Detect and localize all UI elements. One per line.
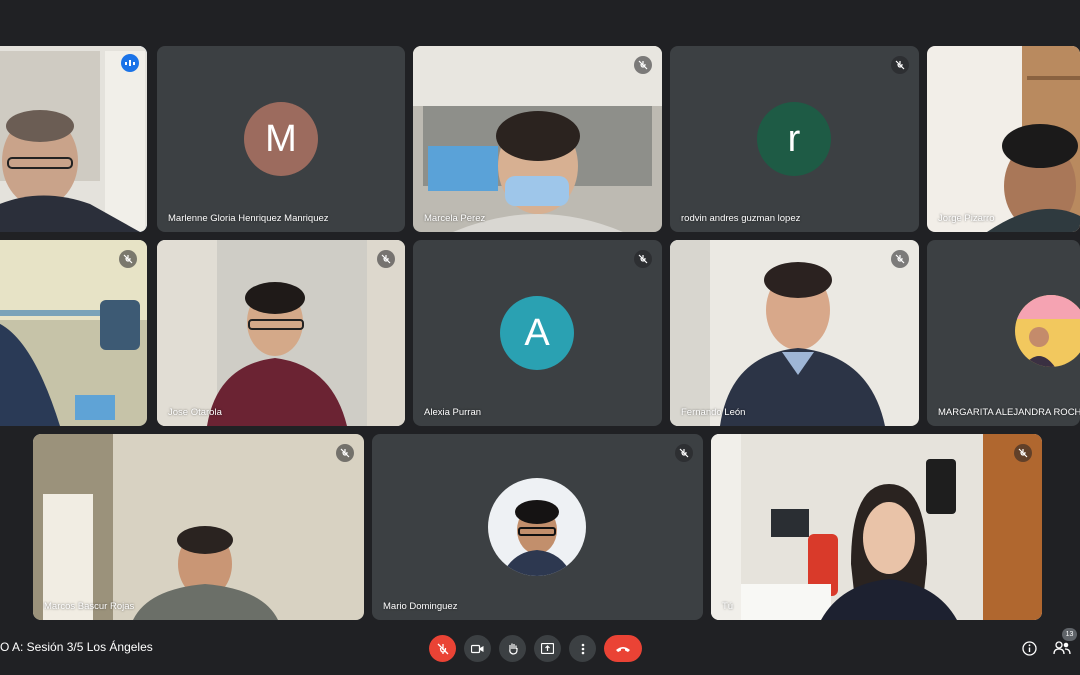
- mic-off-icon: [891, 56, 909, 74]
- participant-tile-4[interactable]: r rodvin andres guzman lopez: [670, 46, 919, 232]
- camera-icon: [471, 644, 484, 653]
- participant-tile-10[interactable]: MARGARITA ALEJANDRA ROCH: [927, 240, 1080, 426]
- participant-photo-avatar: [1015, 295, 1080, 367]
- participant-avatar: A: [500, 296, 574, 370]
- mic-off-icon: [634, 250, 652, 268]
- mic-off-icon: [377, 250, 395, 268]
- participant-avatar: M: [244, 102, 318, 176]
- raise-hand-button[interactable]: [499, 635, 526, 662]
- participant-avatar: r: [757, 102, 831, 176]
- participant-tile-3[interactable]: Marcela Perez: [413, 46, 662, 232]
- participant-name: Tú: [722, 601, 734, 612]
- participant-video: [711, 434, 1042, 620]
- present-screen-button[interactable]: [534, 635, 561, 662]
- participant-video: [0, 46, 147, 232]
- participant-name: Alexia Purran: [424, 407, 482, 418]
- participant-video: [670, 240, 919, 426]
- participant-name: Jose Otarola: [168, 407, 222, 418]
- participant-name: MARGARITA ALEJANDRA ROCH: [938, 407, 1080, 418]
- info-icon: [1021, 640, 1037, 656]
- participant-video: [413, 46, 662, 232]
- participant-name: Fernando León: [681, 407, 746, 418]
- participant-tile-2[interactable]: M Marlenne Gloria Henriquez Manriquez: [157, 46, 405, 232]
- mic-off-icon: [891, 250, 909, 268]
- participant-tile-7[interactable]: Jose Otarola: [157, 240, 405, 426]
- mic-off-icon: [675, 444, 693, 462]
- participant-tile-5[interactable]: Jorge Pizarro: [927, 46, 1080, 232]
- participant-video: [157, 240, 405, 426]
- present-screen-icon: [541, 643, 554, 654]
- participant-tile-9[interactable]: Fernando León: [670, 240, 919, 426]
- participant-video: [0, 240, 147, 426]
- participant-name: Marlenne Gloria Henriquez Manriquez: [168, 213, 329, 224]
- participant-name: Mario Dominguez: [383, 601, 458, 612]
- participant-tile-self[interactable]: Tú: [711, 434, 1042, 620]
- participant-name: Marcela Perez: [424, 213, 486, 224]
- participant-photo-avatar: [488, 478, 586, 576]
- raise-hand-icon: [508, 643, 518, 655]
- mic-toggle-button[interactable]: [429, 635, 456, 662]
- participant-tile-11[interactable]: Marcos Bascur Rojas: [33, 434, 364, 620]
- meeting-title: O A: Sesión 3/5 Los Ángeles: [0, 640, 153, 654]
- participant-tile-12[interactable]: Mario Dominguez: [372, 434, 703, 620]
- participant-video: [33, 434, 364, 620]
- participant-name: Marcos Bascur Rojas: [44, 601, 135, 612]
- more-options-button[interactable]: [569, 635, 596, 662]
- more-options-icon: [581, 643, 584, 654]
- participant-tile-1[interactable]: [0, 46, 147, 232]
- participant-tile-6[interactable]: [0, 240, 147, 426]
- end-call-icon: [616, 646, 630, 652]
- people-icon: [1053, 641, 1071, 655]
- participant-name: Jorge Pizarro: [938, 213, 995, 224]
- end-call-button[interactable]: [604, 635, 642, 662]
- camera-toggle-button[interactable]: [464, 635, 491, 662]
- participant-tile-8[interactable]: A Alexia Purran: [413, 240, 662, 426]
- mic-off-icon: [336, 444, 354, 462]
- participants-count-badge: 13: [1062, 628, 1077, 641]
- mic-off-icon: [1014, 444, 1032, 462]
- mic-off-icon: [634, 56, 652, 74]
- mic-off-icon: [437, 643, 448, 654]
- participant-video: [927, 46, 1080, 232]
- mic-off-icon: [119, 250, 137, 268]
- speaking-indicator-icon: [121, 54, 139, 72]
- participant-name: rodvin andres guzman lopez: [681, 213, 801, 224]
- meeting-info-button[interactable]: [1018, 637, 1040, 659]
